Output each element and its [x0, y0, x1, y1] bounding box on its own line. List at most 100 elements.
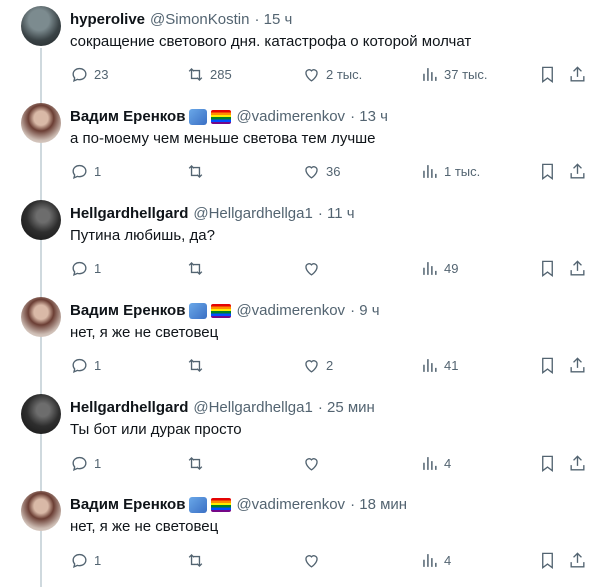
like-icon [305, 457, 318, 471]
author-handle[interactable]: @Hellgardhellga1 [193, 204, 312, 224]
views-button[interactable]: 37 тыс. [420, 62, 487, 86]
views-icon [423, 261, 437, 275]
reply-button[interactable]: 1 [70, 451, 101, 475]
reply-icon [72, 358, 87, 373]
views-button[interactable]: 1 тыс. [420, 159, 480, 183]
bookmark-button[interactable] [538, 62, 557, 86]
post-text: Путина любишь, да? [70, 227, 215, 244]
author-handle[interactable]: @vadimerenkov [236, 107, 345, 127]
reply-button[interactable]: 1 [70, 548, 101, 572]
people-emoji-icon [189, 303, 208, 319]
author-handle[interactable]: @vadimerenkov [236, 301, 345, 321]
avatar[interactable] [21, 491, 61, 531]
share-icon [570, 65, 585, 82]
post-time[interactable]: · 18 мин [350, 495, 407, 515]
repost-button[interactable] [186, 451, 205, 475]
repost-button[interactable] [186, 353, 205, 377]
bookmark-button[interactable] [538, 159, 557, 183]
post-actions: 1 49 [60, 256, 600, 280]
reply-button[interactable]: 1 [70, 159, 101, 183]
author-name[interactable]: Hellgardhellgard [70, 204, 188, 224]
bookmark-button[interactable] [538, 451, 557, 475]
repost-button[interactable] [186, 548, 205, 572]
post-text: нет, я же не световец [70, 518, 219, 535]
like-count: 36 [326, 163, 341, 179]
views-icon [423, 553, 437, 567]
post-time[interactable]: · 15 ч [254, 10, 292, 30]
post-actions: 1 2 41 [60, 353, 600, 377]
author-name[interactable]: Hellgardhellgard [70, 398, 188, 418]
author-handle[interactable]: @SimonKostin [150, 10, 249, 30]
share-button[interactable] [568, 256, 587, 280]
bookmark-button[interactable] [538, 548, 557, 572]
avatar[interactable] [21, 297, 61, 337]
bookmark-icon [542, 66, 553, 83]
repost-button[interactable] [186, 256, 205, 280]
author-name[interactable]: Вадим Еренков [70, 107, 185, 127]
reply-icon [72, 456, 87, 471]
reply-button[interactable]: 23 [70, 62, 108, 86]
views-button[interactable]: 41 [420, 353, 458, 377]
reply-button[interactable]: 1 [70, 256, 101, 280]
repost-icon [188, 456, 203, 470]
post[interactable]: Вадим Еренков @vadimerenkov · 13 ч а по-… [0, 97, 604, 193]
post-text: нет, я же не световец [70, 324, 219, 341]
share-button[interactable] [568, 548, 587, 572]
post-time[interactable]: · 11 ч [318, 204, 355, 224]
like-count: 2 [326, 357, 334, 373]
post-time[interactable]: · 9 ч [350, 301, 380, 321]
like-count: 2 тыс. [326, 66, 363, 82]
like-button[interactable] [302, 256, 321, 280]
views-icon [423, 67, 437, 81]
share-button[interactable] [568, 451, 587, 475]
post[interactable]: hyperolive @SimonKostin · 15 ч сокращени… [0, 0, 604, 96]
bookmark-icon [542, 552, 553, 569]
like-button[interactable]: 36 [302, 159, 340, 183]
share-icon [570, 551, 585, 568]
post-text: сокращение светового дня. катастрофа о к… [70, 33, 472, 50]
post[interactable]: Вадим Еренков @vadimerenkov · 18 мин нет… [0, 485, 604, 587]
views-count: 4 [444, 552, 452, 568]
like-button[interactable] [302, 451, 321, 475]
avatar[interactable] [21, 103, 61, 143]
post-time[interactable]: · 13 ч [350, 107, 388, 127]
views-button[interactable]: 49 [420, 256, 458, 280]
post-text: Ты бот или дурак просто [70, 421, 242, 438]
post-time[interactable]: · 25 мин [318, 398, 375, 418]
bookmark-button[interactable] [538, 353, 557, 377]
post[interactable]: Hellgardhellgard @Hellgardhellga1 · 25 м… [0, 388, 604, 484]
reply-button[interactable]: 1 [70, 353, 101, 377]
reply-icon [72, 553, 87, 568]
post[interactable]: Вадим Еренков @vadimerenkov · 9 ч нет, я… [0, 291, 604, 387]
views-icon [423, 164, 437, 178]
repost-count: 285 [210, 66, 232, 82]
like-button[interactable]: 2 тыс. [302, 62, 362, 86]
share-button[interactable] [568, 62, 587, 86]
post-text: а по-моему чем меньше светова тем лучше [70, 130, 376, 147]
repost-icon [188, 164, 203, 178]
author-handle[interactable]: @vadimerenkov [236, 495, 345, 515]
post-actions: 1 4 [60, 548, 600, 572]
like-icon [305, 359, 318, 373]
avatar[interactable] [21, 394, 61, 434]
views-button[interactable]: 4 [420, 451, 451, 475]
share-icon [570, 259, 585, 276]
author-name[interactable]: Вадим Еренков [70, 495, 185, 515]
views-count: 1 тыс. [444, 163, 481, 179]
author-handle[interactable]: @Hellgardhellga1 [193, 398, 312, 418]
share-button[interactable] [568, 159, 587, 183]
repost-button[interactable] [186, 159, 210, 183]
avatar[interactable] [21, 6, 61, 46]
views-button[interactable]: 4 [420, 548, 451, 572]
author-name[interactable]: Вадим Еренков [70, 301, 185, 321]
post[interactable]: Hellgardhellgard @Hellgardhellga1 · 11 ч… [0, 194, 604, 290]
like-button[interactable] [302, 548, 321, 572]
bookmark-button[interactable] [538, 256, 557, 280]
like-button[interactable]: 2 [302, 353, 333, 377]
people-emoji-icon [189, 109, 208, 125]
repost-button[interactable]: 285 [186, 62, 232, 86]
avatar[interactable] [21, 200, 61, 240]
share-button[interactable] [568, 353, 587, 377]
reply-count: 1 [94, 357, 102, 373]
author-name[interactable]: hyperolive [70, 10, 145, 30]
